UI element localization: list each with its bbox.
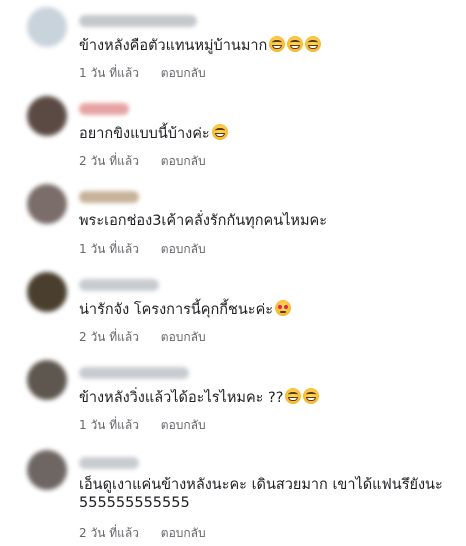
avatar[interactable]: [27, 360, 67, 400]
comment-meta: 1 วัน ที่แล้ว ตอบกลับ: [79, 240, 224, 259]
commenter-name-blurred[interactable]: [79, 457, 139, 469]
comment-timestamp[interactable]: 2 วัน ที่แล้ว: [79, 154, 139, 168]
commenter-name-blurred[interactable]: [79, 279, 159, 291]
comment-text-body: ข้างหลังคือตัวแทนหมู่บ้านมาก: [79, 38, 268, 54]
reply-link[interactable]: ตอบกลับ: [161, 242, 206, 256]
comment-timestamp[interactable]: 1 วัน ที่แล้ว: [79, 242, 139, 256]
comment-text-body: น่ารักจัง โครงการนี้คุกกี้ชนะค่ะ: [79, 302, 274, 318]
commenter-name-blurred[interactable]: [79, 191, 139, 203]
avatar[interactable]: [27, 7, 67, 47]
reply-link[interactable]: ตอบกลับ: [161, 526, 206, 540]
laugh-cry-emoji-icon: [305, 36, 322, 52]
comment-text-body: พระเอกช่อง3เค้าคลั่งรักกันทุกคนไหมคะ: [79, 213, 328, 229]
comment-meta: 1 วัน ที่แล้ว ตอบกลับ: [79, 416, 224, 435]
reply-link[interactable]: ตอบกลับ: [161, 418, 206, 432]
comment-text-body: อยากขิงแบบนี้บ้างค่ะ: [79, 126, 210, 142]
comment-text: ข้างหลังคือตัวแทนหมู่บ้านมาก: [79, 36, 322, 55]
comment-meta: 1 วัน ที่แล้ว ตอบกลับ: [79, 64, 224, 83]
avatar[interactable]: [27, 184, 67, 224]
comment-timestamp[interactable]: 2 วัน ที่แล้ว: [79, 330, 139, 344]
grin-sweat-emoji-icon: [285, 388, 302, 404]
comment-text: ข้างหลังวิ่งแล้วได้อะไรไหมคะ ??: [79, 388, 320, 407]
commenter-name-blurred[interactable]: [79, 15, 197, 27]
reply-link[interactable]: ตอบกลับ: [161, 330, 206, 344]
laugh-cry-emoji-icon: [211, 124, 228, 140]
avatar[interactable]: [27, 450, 67, 490]
avatar[interactable]: [27, 96, 67, 136]
laugh-cry-emoji-icon: [287, 36, 304, 52]
comment-meta: 2 วัน ที่แล้ว ตอบกลับ: [79, 328, 224, 347]
comment-text: เอ็นดูเงาแค่นข้างหลังนะคะ เดินสวยมาก เขา…: [79, 476, 464, 512]
reply-link[interactable]: ตอบกลับ: [161, 154, 206, 168]
grin-sweat-emoji-icon: [303, 388, 320, 404]
comment-timestamp[interactable]: 2 วัน ที่แล้ว: [79, 526, 139, 540]
comment-text-body: เอ็นดูเงาแค่นข้างหลังนะคะ เดินสวยมาก เขา…: [79, 477, 443, 511]
comment-timestamp[interactable]: 1 วัน ที่แล้ว: [79, 66, 139, 80]
comment-text: อยากขิงแบบนี้บ้างค่ะ: [79, 124, 228, 143]
comment-text-body: ข้างหลังวิ่งแล้วได้อะไรไหมคะ ??: [79, 390, 284, 406]
comment-text: น่ารักจัง โครงการนี้คุกกี้ชนะค่ะ: [79, 300, 292, 319]
comment-text: พระเอกช่อง3เค้าคลั่งรักกันทุกคนไหมคะ: [79, 212, 327, 230]
comment-timestamp[interactable]: 1 วัน ที่แล้ว: [79, 418, 139, 432]
commenter-name-blurred[interactable]: [79, 103, 129, 115]
comment-meta: 2 วัน ที่แล้ว ตอบกลับ: [79, 152, 224, 171]
laugh-cry-emoji-icon: [269, 36, 286, 52]
comment-meta: 2 วัน ที่แล้ว ตอบกลับ: [79, 524, 224, 543]
reply-link[interactable]: ตอบกลับ: [161, 66, 206, 80]
avatar[interactable]: [27, 272, 67, 312]
commenter-name-blurred[interactable]: [79, 367, 189, 379]
heart-eyes-emoji-icon: [275, 300, 292, 316]
